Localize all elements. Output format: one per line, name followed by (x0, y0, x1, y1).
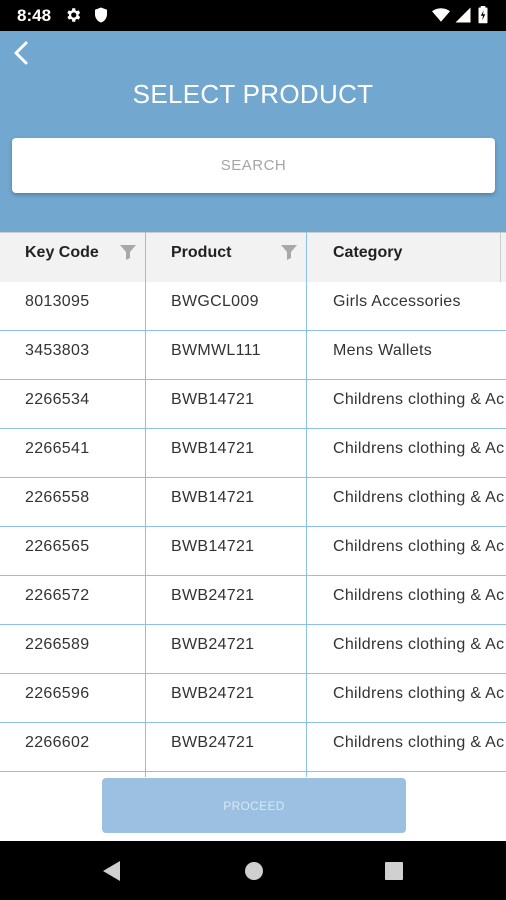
search-placeholder: SEARCH (220, 157, 287, 174)
cell-category: Mens Wallets (333, 342, 433, 359)
cell-category: Childrens clothing & Ac (333, 440, 505, 457)
cell-key-code: 2266541 (25, 440, 90, 457)
cell-product: BWB24721 (171, 587, 255, 604)
cell-product: BWGCL009 (171, 293, 259, 310)
cell-product: BWB24721 (171, 685, 255, 702)
wifi-icon (432, 8, 450, 22)
table-row[interactable]: 2266589 BWB24721 Childrens clothing & Ac (0, 625, 506, 674)
back-triangle-icon[interactable] (100, 859, 124, 883)
column-label: Product (171, 244, 232, 261)
search-input[interactable]: SEARCH (12, 138, 495, 193)
gear-icon (67, 8, 81, 22)
column-header-key-code[interactable]: Key Code (25, 233, 99, 283)
cell-category: Childrens clothing & Ac (333, 391, 505, 408)
table-header: Key Code Product Category (0, 232, 506, 282)
table-row[interactable]: 8013095 BWGCL009 Girls Accessories (0, 282, 506, 331)
table-row[interactable]: 2266534 BWB14721 Childrens clothing & Ac (0, 380, 506, 429)
cell-category: Childrens clothing & Ac (333, 587, 505, 604)
cell-product: BWB14721 (171, 391, 255, 408)
cell-key-code: 2266602 (25, 734, 90, 751)
recents-square-icon[interactable] (382, 859, 406, 883)
table-row[interactable]: 2266602 BWB24721 Childrens clothing & Ac (0, 723, 506, 772)
cell-key-code: 2266589 (25, 636, 90, 653)
column-label: Category (333, 244, 403, 261)
signal-icon (455, 7, 471, 23)
table-row[interactable]: 2266541 BWB14721 Childrens clothing & Ac (0, 429, 506, 478)
cell-product: BWB14721 (171, 538, 255, 555)
cell-product: BWB14721 (171, 440, 255, 457)
column-header-category[interactable]: Category (333, 233, 402, 283)
column-divider (145, 232, 146, 777)
cell-key-code: 2266596 (25, 685, 90, 702)
proceed-button[interactable]: PROCEED (102, 778, 406, 833)
table-row[interactable]: 2266565 BWB14721 Childrens clothing & Ac (0, 527, 506, 576)
cell-product: BWB14721 (171, 489, 255, 506)
product-table: Key Code Product Category 8013095 BWGCL00… (0, 232, 506, 777)
cell-category: Childrens clothing & Ac (333, 685, 505, 702)
footer: PROCEED (0, 777, 506, 841)
shield-icon (95, 7, 107, 23)
cell-category: Childrens clothing & Ac (333, 734, 505, 751)
header: SELECT PRODUCT SEARCH (0, 31, 506, 232)
table-row[interactable]: 2266596 BWB24721 Childrens clothing & Ac (0, 674, 506, 723)
filter-icon[interactable] (120, 244, 136, 260)
cell-key-code: 2266565 (25, 538, 90, 555)
filter-icon[interactable] (281, 244, 297, 260)
cell-key-code: 2266572 (25, 587, 90, 604)
navigation-bar (0, 841, 506, 900)
cell-key-code: 8013095 (25, 293, 90, 310)
battery-icon (478, 6, 488, 24)
cell-key-code: 3453803 (25, 342, 90, 359)
table-row[interactable]: 3453803 BWMWL111 Mens Wallets (0, 331, 506, 380)
cell-category: Girls Accessories (333, 293, 461, 310)
table-row[interactable]: 2266558 BWB14721 Childrens clothing & Ac (0, 478, 506, 527)
table-row[interactable]: 2266572 BWB24721 Childrens clothing & Ac (0, 576, 506, 625)
cell-category: Childrens clothing & Ac (333, 489, 505, 506)
cell-category: Childrens clothing & Ac (333, 538, 505, 555)
column-divider (306, 232, 307, 777)
cell-key-code: 2266558 (25, 489, 90, 506)
column-divider (500, 232, 501, 282)
cell-product: BWB24721 (171, 636, 255, 653)
status-bar: 8:48 (0, 0, 506, 31)
status-time: 8:48 (17, 6, 52, 25)
home-circle-icon[interactable] (242, 859, 266, 883)
column-label: Key Code (25, 244, 99, 261)
column-header-product[interactable]: Product (171, 233, 231, 283)
cell-category: Childrens clothing & Ac (333, 636, 505, 653)
back-arrow-icon[interactable] (8, 39, 36, 67)
cell-product: BWB24721 (171, 734, 255, 751)
page-title: SELECT PRODUCT (132, 79, 374, 109)
cell-product: BWMWL111 (171, 342, 261, 359)
cell-key-code: 2266534 (25, 391, 90, 408)
